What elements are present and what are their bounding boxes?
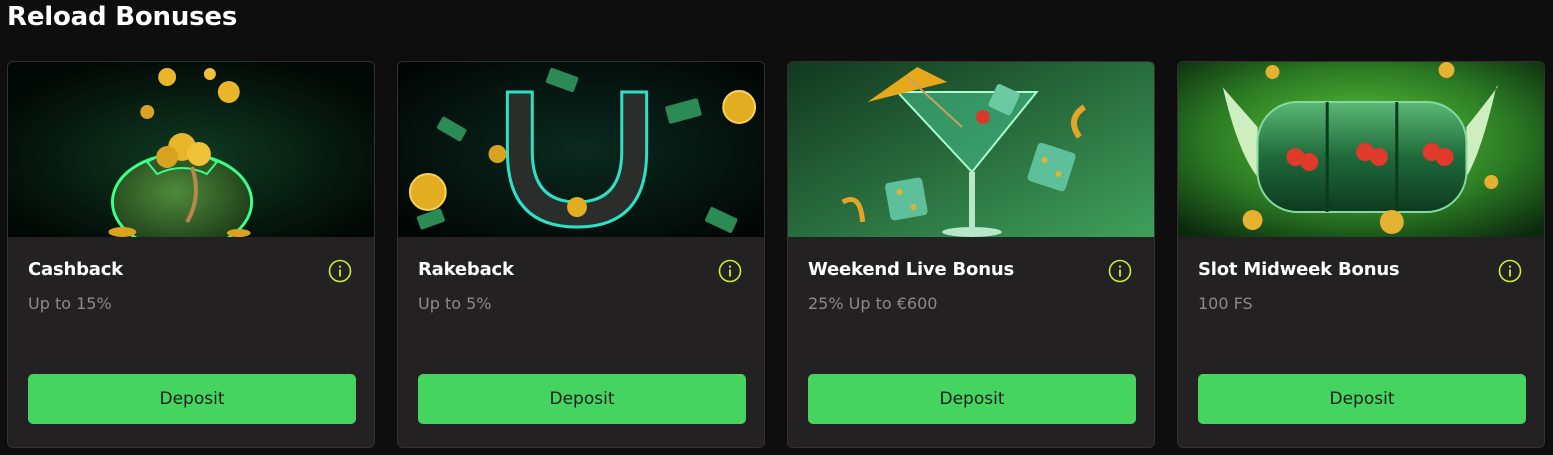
money-bag-illustration — [8, 62, 374, 237]
info-icon[interactable] — [1498, 259, 1522, 283]
bonus-card-cashback: Cashback Up to 15% Deposit — [7, 61, 375, 448]
deposit-button[interactable]: Deposit — [28, 374, 356, 424]
card-title: Weekend Live Bonus — [808, 259, 1014, 280]
bonus-card-rakeback: Rakeback Up to 5% Deposit — [397, 61, 765, 448]
info-icon[interactable] — [328, 259, 352, 283]
card-subtitle: Up to 15% — [28, 294, 112, 313]
bonus-card-slot-midweek: Slot Midweek Bonus 100 FS Deposit — [1177, 61, 1545, 448]
bonus-card-weekend-live: Weekend Live Bonus 25% Up to €600 Deposi… — [787, 61, 1155, 448]
winged-slot-illustration — [1178, 62, 1544, 237]
deposit-button[interactable]: Deposit — [808, 374, 1136, 424]
card-subtitle: Up to 5% — [418, 294, 492, 313]
deposit-button[interactable]: Deposit — [1198, 374, 1526, 424]
info-icon[interactable] — [718, 259, 742, 283]
deposit-button[interactable]: Deposit — [418, 374, 746, 424]
section-title: Reload Bonuses — [7, 2, 238, 32]
card-title: Slot Midweek Bonus — [1198, 259, 1400, 280]
card-title: Rakeback — [418, 259, 514, 280]
card-title: Cashback — [28, 259, 123, 280]
bonus-card-list: Cashback Up to 15% Deposit Rakeback Up t… — [7, 61, 1545, 448]
info-icon[interactable] — [1108, 259, 1132, 283]
card-subtitle: 25% Up to €600 — [808, 294, 938, 313]
cocktail-dice-illustration — [788, 62, 1154, 237]
card-subtitle: 100 FS — [1198, 294, 1253, 313]
reload-bonuses-section: Reload Bonuses Cashback Up to 15% Deposi… — [0, 0, 1553, 455]
horseshoe-illustration — [398, 62, 764, 237]
